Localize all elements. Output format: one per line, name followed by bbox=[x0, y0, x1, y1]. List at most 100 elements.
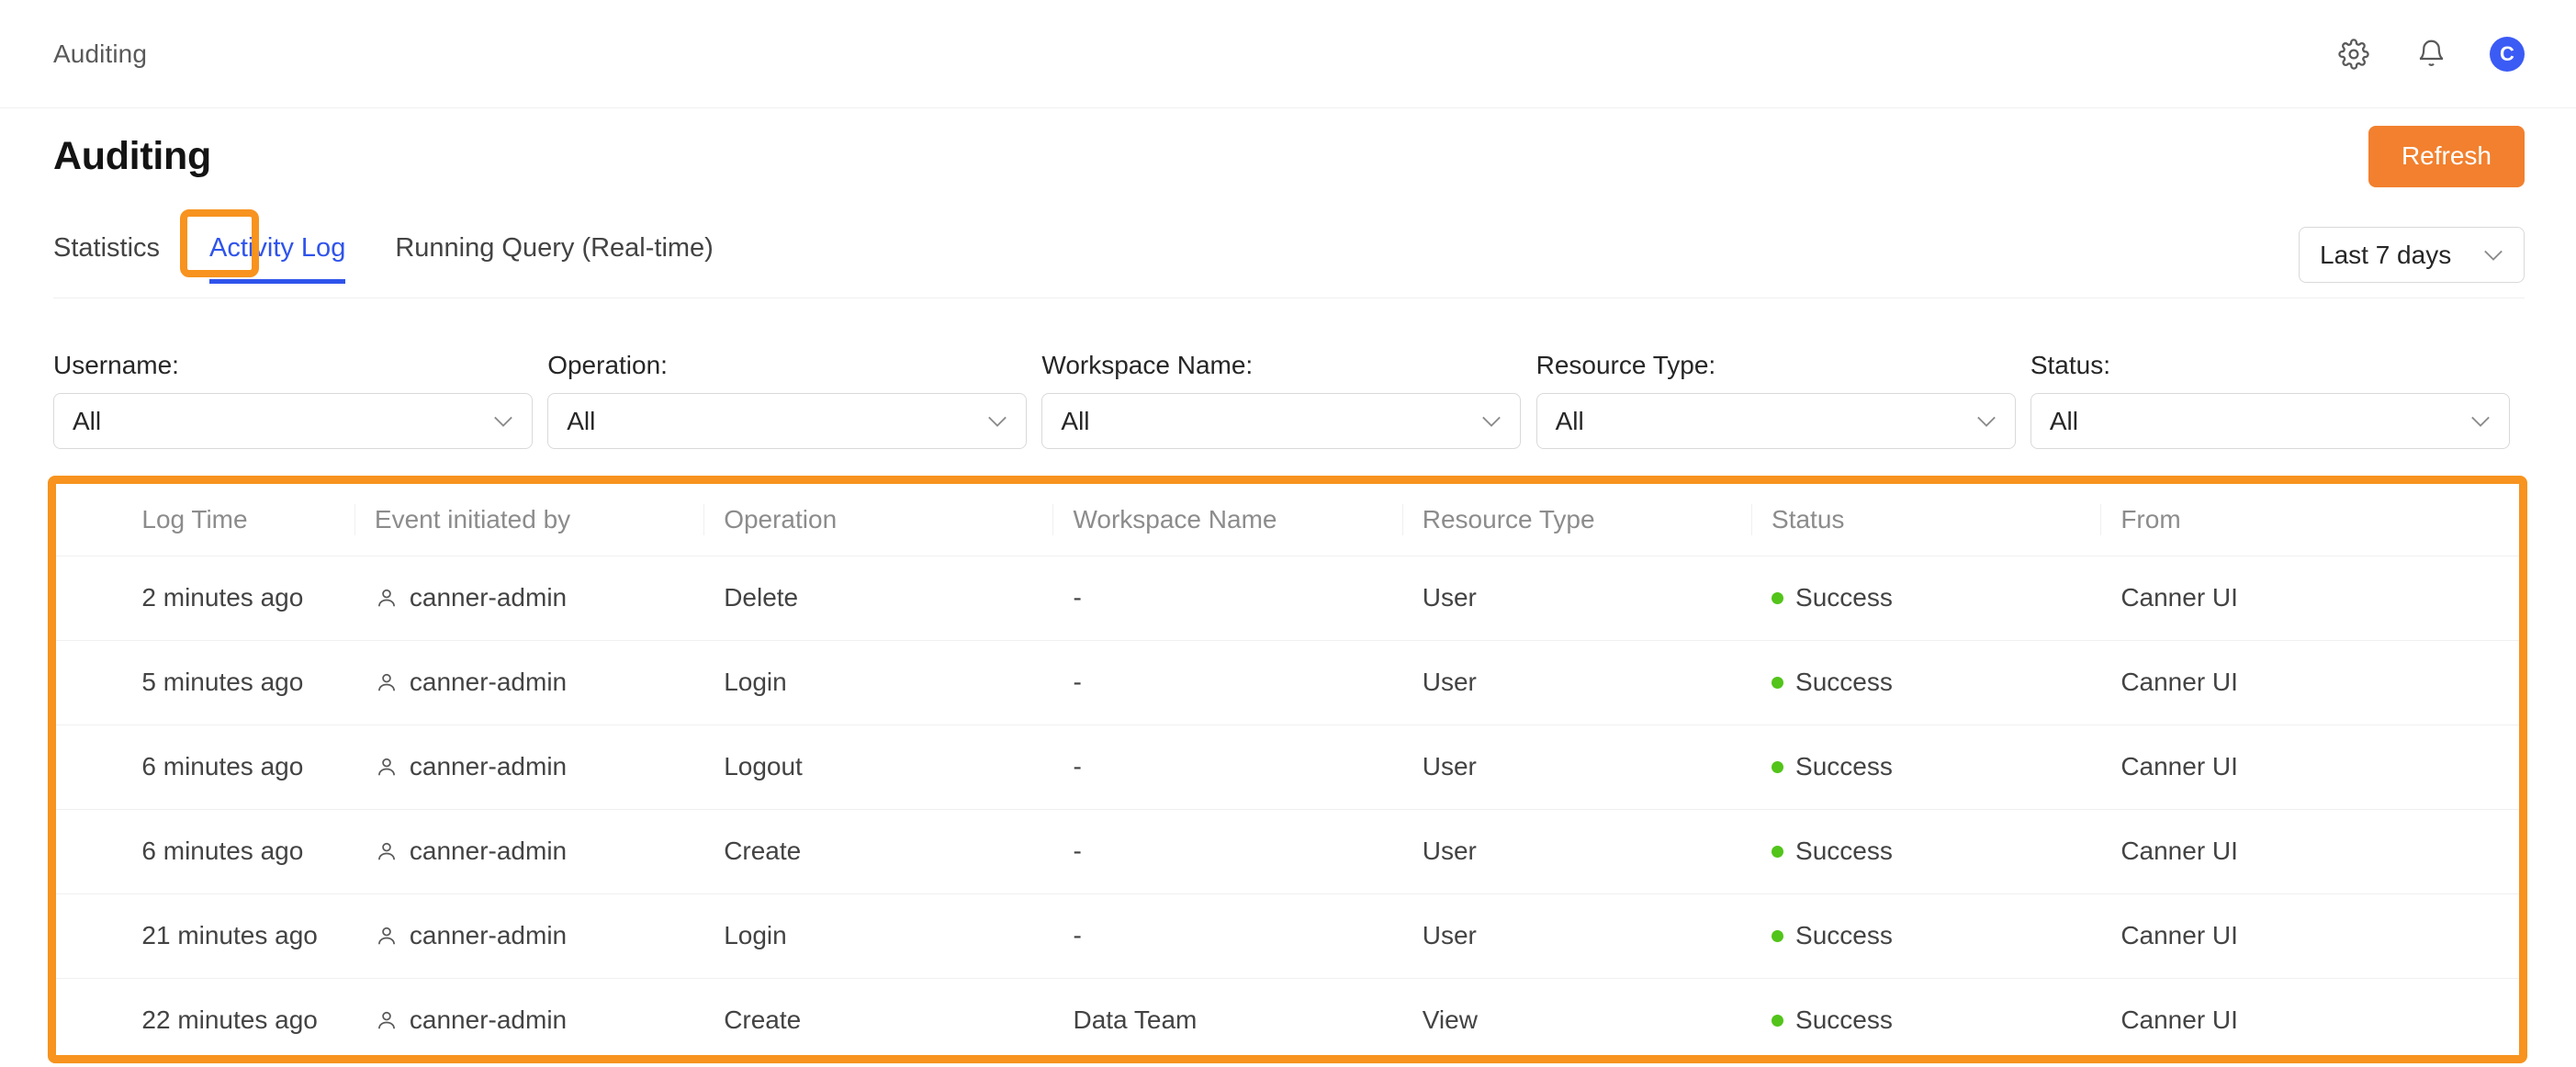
top-bar: Auditing C bbox=[0, 0, 2576, 108]
username-select[interactable]: All bbox=[53, 393, 533, 449]
cell-operation: Login bbox=[724, 640, 1074, 725]
chevron-down-icon bbox=[987, 411, 1007, 432]
filter-label-username: Username: bbox=[53, 351, 179, 379]
status-badge: Success bbox=[1795, 752, 1893, 781]
status-select[interactable]: All bbox=[2030, 393, 2510, 449]
person-icon bbox=[375, 670, 399, 694]
status-dot-icon bbox=[1772, 676, 1784, 689]
status-badge: Success bbox=[1795, 583, 1893, 612]
row-expand-cell bbox=[56, 640, 142, 725]
table-header-status[interactable]: Status bbox=[1772, 484, 2121, 556]
status-select-value: All bbox=[2049, 406, 2078, 435]
filter-workspace-name: Workspace Name: All bbox=[1041, 351, 1535, 449]
table-header-resource-type[interactable]: Resource Type bbox=[1422, 484, 1772, 556]
filter-status: Status: All bbox=[2030, 351, 2525, 449]
table-row[interactable]: 6 minutes ago canner-admin Logout - User Succ… bbox=[56, 724, 2519, 810]
cell-status: Success bbox=[1772, 978, 2121, 1055]
cell-event-initiated-by: canner-admin bbox=[374, 978, 725, 1055]
status-badge: Success bbox=[1795, 668, 1893, 696]
tab-statistics[interactable]: Statistics bbox=[53, 219, 160, 284]
cell-resource-type: User bbox=[1422, 893, 1772, 979]
cell-resource-type: User bbox=[1422, 640, 1772, 725]
cell-operation: Create bbox=[724, 809, 1074, 894]
date-range-select[interactable]: Last 7 days bbox=[2299, 227, 2525, 283]
table-header-row: Log Time Event initiated by Operation Wo… bbox=[56, 484, 2519, 556]
tabs-row: Statistics Activity Log Running Query (R… bbox=[0, 219, 2576, 298]
status-badge: Success bbox=[1795, 1005, 1893, 1034]
table-row[interactable]: +23 minutes agocanner-adminCancelData Te… bbox=[56, 1062, 2519, 1063]
resource-type-select[interactable]: All bbox=[1535, 393, 2016, 449]
status-badge: Success bbox=[1795, 921, 1893, 949]
table-body: 2 minutes ago canner-admin Delete - User Succ… bbox=[56, 556, 2519, 1063]
cell-workspace-name: Data Team bbox=[1073, 1062, 1422, 1063]
person-icon bbox=[375, 924, 399, 948]
table-header-workspace-name[interactable]: Workspace Name bbox=[1073, 484, 1423, 556]
operation-select-value: All bbox=[567, 406, 596, 435]
gear-icon[interactable] bbox=[2335, 36, 2372, 73]
filter-label-operation: Operation: bbox=[547, 351, 668, 379]
cell-log-time: 6 minutes ago bbox=[141, 809, 375, 894]
cell-event-initiated-by: canner-admin bbox=[374, 556, 725, 641]
table-header-event-initiated-by[interactable]: Event initiated by bbox=[374, 484, 725, 556]
cell-log-time: 5 minutes ago bbox=[141, 640, 375, 725]
row-expand-cell bbox=[56, 893, 142, 979]
table-row[interactable]: 21 minutes ago canner-admin Login - User Succ… bbox=[56, 893, 2519, 979]
person-icon bbox=[375, 755, 399, 779]
cell-resource-type: View bbox=[1422, 978, 1772, 1055]
table-row[interactable]: 2 minutes ago canner-admin Delete - User Succ… bbox=[56, 556, 2519, 641]
table-row[interactable]: 6 minutes ago canner-admin Create - User Succ… bbox=[56, 809, 2519, 894]
filter-label-resource-type: Resource Type: bbox=[1535, 351, 1716, 379]
avatar[interactable]: C bbox=[2490, 36, 2525, 72]
cell-from: Canner UI bbox=[2120, 640, 2519, 725]
tab-list: Statistics Activity Log Running Query (R… bbox=[53, 219, 714, 298]
cell-status: Success bbox=[1772, 809, 2121, 894]
user-name: canner-admin bbox=[409, 1005, 568, 1034]
cell-from: Canner UI bbox=[2120, 893, 2519, 979]
cell-status: Success bbox=[1772, 1062, 2120, 1063]
cell-resource-type: User bbox=[1422, 724, 1772, 810]
cell-workspace-name: Data Team bbox=[1073, 978, 1423, 1055]
workspace-name-select[interactable]: All bbox=[1041, 393, 1522, 449]
table-head: Log Time Event initiated by Operation Wo… bbox=[56, 484, 2519, 556]
tab-activity-log[interactable]: Activity Log bbox=[209, 219, 346, 284]
cell-status: Success bbox=[1772, 556, 2121, 641]
breadcrumb: Auditing bbox=[53, 39, 147, 68]
row-expand-cell: + bbox=[56, 1062, 141, 1063]
activity-log-table: Log Time Event initiated by Operation Wo… bbox=[56, 484, 2519, 1063]
status-dot-icon bbox=[1772, 929, 1784, 942]
table-header-operation[interactable]: Operation bbox=[724, 484, 1074, 556]
cell-operation: Create bbox=[724, 978, 1074, 1055]
cell-status: Success bbox=[1772, 893, 2121, 979]
filter-resource-type: Resource Type: All bbox=[1535, 351, 2030, 449]
cell-event-initiated-by: canner-admin bbox=[375, 1062, 724, 1063]
topbar-icon-group: C bbox=[2335, 36, 2525, 73]
table-row[interactable]: 22 minutes ago canner-admin Create Data Tea… bbox=[56, 978, 2519, 1055]
chevron-down-icon bbox=[1976, 411, 1997, 432]
filter-bar: Username: All Operation: All Workspace N… bbox=[53, 351, 2525, 449]
filter-label-workspace-name: Workspace Name: bbox=[1041, 351, 1254, 379]
cell-resource-type: SQL Query bbox=[1423, 1062, 1772, 1063]
cell-operation: Logout bbox=[724, 724, 1074, 810]
user-name: canner-admin bbox=[409, 752, 568, 781]
refresh-button[interactable]: Refresh bbox=[2368, 126, 2525, 187]
cell-from: Canner UI bbox=[2120, 1062, 2519, 1063]
date-range-value: Last 7 days bbox=[2320, 240, 2452, 269]
row-expand-cell bbox=[56, 809, 142, 894]
cell-from: Canner UI bbox=[2120, 724, 2519, 810]
operation-select[interactable]: All bbox=[547, 393, 1028, 449]
chevron-down-icon bbox=[2470, 411, 2491, 432]
cell-status: Success bbox=[1772, 724, 2121, 810]
user-name: canner-admin bbox=[409, 668, 568, 696]
cell-log-time: 23 minutes ago bbox=[141, 1062, 375, 1063]
cell-event-initiated-by: canner-admin bbox=[374, 893, 725, 979]
status-dot-icon bbox=[1772, 1014, 1784, 1027]
user-name: canner-admin bbox=[409, 837, 568, 865]
cell-log-time: 2 minutes ago bbox=[141, 556, 375, 641]
bell-icon[interactable] bbox=[2413, 36, 2449, 73]
cell-event-initiated-by: canner-admin bbox=[374, 724, 725, 810]
table-header-log-time[interactable]: Log Time bbox=[141, 484, 375, 556]
table-header-from[interactable]: From bbox=[2120, 484, 2519, 556]
table-row[interactable]: 5 minutes ago canner-admin Login - User Succe… bbox=[56, 640, 2519, 725]
tab-running-query[interactable]: Running Query (Real-time) bbox=[395, 219, 714, 284]
status-badge: Success bbox=[1795, 837, 1893, 865]
